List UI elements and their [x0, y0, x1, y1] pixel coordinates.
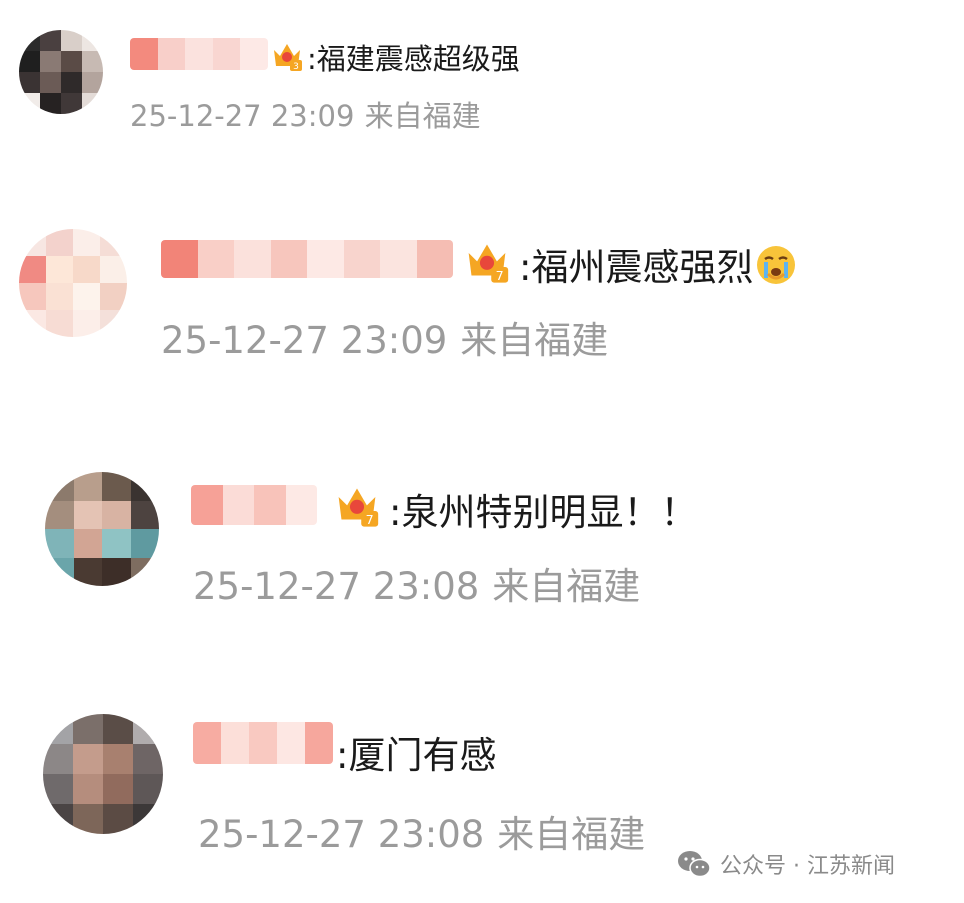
username-blurred[interactable]: [161, 240, 453, 278]
crown-badge-icon: 7: [468, 244, 509, 283]
svg-text:3: 3: [293, 62, 299, 72]
username-blurred[interactable]: [130, 38, 268, 70]
comment-meta: 25-12-27 23:09 来自福建: [130, 93, 481, 135]
crown-badge-icon: 7: [338, 488, 379, 527]
comment-meta: 25-12-27 23:08 来自福建: [198, 804, 645, 858]
comment-location: 来自福建: [497, 813, 646, 856]
watermark-text: 公众号 · 江苏新闻: [720, 854, 895, 879]
comment-meta: 25-12-27 23:08 来自福建: [193, 556, 640, 610]
comment-date: 25-12-27 23:08: [198, 813, 485, 856]
comment-text: :福州震感强烈: [519, 237, 797, 291]
comment-text: :泉州特别明显！！: [389, 491, 698, 534]
watermark: 公众号 · 江苏新闻: [676, 846, 895, 882]
comment-location: 来自福建: [460, 319, 609, 362]
comment-text: :福建震感超级强: [307, 42, 520, 76]
username-blurred[interactable]: [191, 485, 317, 525]
wechat-icon: [678, 851, 711, 878]
svg-text:7: 7: [496, 268, 504, 283]
comment-date: 25-12-27 23:08: [193, 565, 480, 608]
crown-badge-icon: 3: [274, 44, 302, 72]
avatar[interactable]: [19, 229, 127, 337]
avatar[interactable]: [43, 714, 163, 834]
comment-date: 25-12-27 23:09: [130, 99, 355, 133]
comment-text: :厦门有感: [336, 734, 497, 777]
avatar[interactable]: [45, 472, 159, 586]
comment-meta: 25-12-27 23:09 来自福建: [161, 310, 608, 364]
comment-location: 来自福建: [492, 565, 641, 608]
avatar[interactable]: [19, 30, 103, 114]
comment-date: 25-12-27 23:09: [161, 319, 448, 362]
comment-location: 来自福建: [364, 99, 481, 133]
svg-text:7: 7: [366, 512, 374, 527]
crying-face-emoji-icon: [757, 246, 796, 284]
username-blurred[interactable]: [193, 722, 333, 764]
